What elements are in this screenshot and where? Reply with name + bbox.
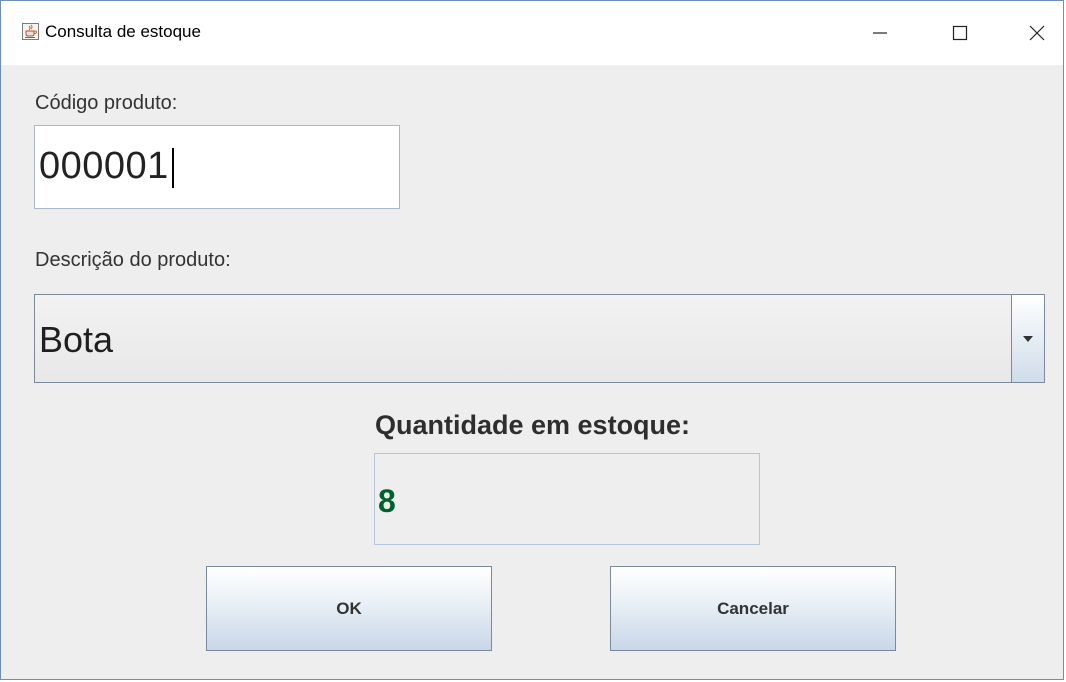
quantity-display: 8	[374, 453, 760, 545]
maximize-button[interactable]	[930, 1, 990, 65]
quantity-value: 8	[378, 483, 396, 519]
description-label: Descrição do produto:	[35, 249, 231, 271]
text-caret	[172, 148, 174, 188]
description-value: Bota	[39, 319, 114, 360]
dropdown-button[interactable]	[1011, 295, 1044, 382]
minimize-icon	[873, 32, 887, 34]
java-cup-icon	[22, 23, 39, 40]
title-bar[interactable]: Consulta de estoque	[1, 1, 1063, 65]
minimize-button[interactable]	[850, 1, 910, 65]
cancel-button[interactable]: Cancelar	[610, 566, 896, 651]
quantity-label: Quantidade em estoque:	[375, 410, 691, 440]
close-button[interactable]	[1007, 1, 1066, 65]
maximize-icon	[952, 25, 968, 41]
code-value: 000001	[39, 145, 169, 187]
code-input[interactable]: 000001	[34, 125, 400, 209]
code-label: Código produto:	[35, 92, 178, 114]
description-combobox[interactable]: Bota	[34, 294, 1045, 383]
window-title: Consulta de estoque	[45, 22, 201, 41]
window: Consulta de estoque Código produto: 0000…	[0, 0, 1064, 680]
close-icon	[1029, 25, 1045, 41]
ok-button[interactable]: OK	[206, 566, 492, 651]
dropdown-arrow-icon	[1023, 335, 1033, 342]
